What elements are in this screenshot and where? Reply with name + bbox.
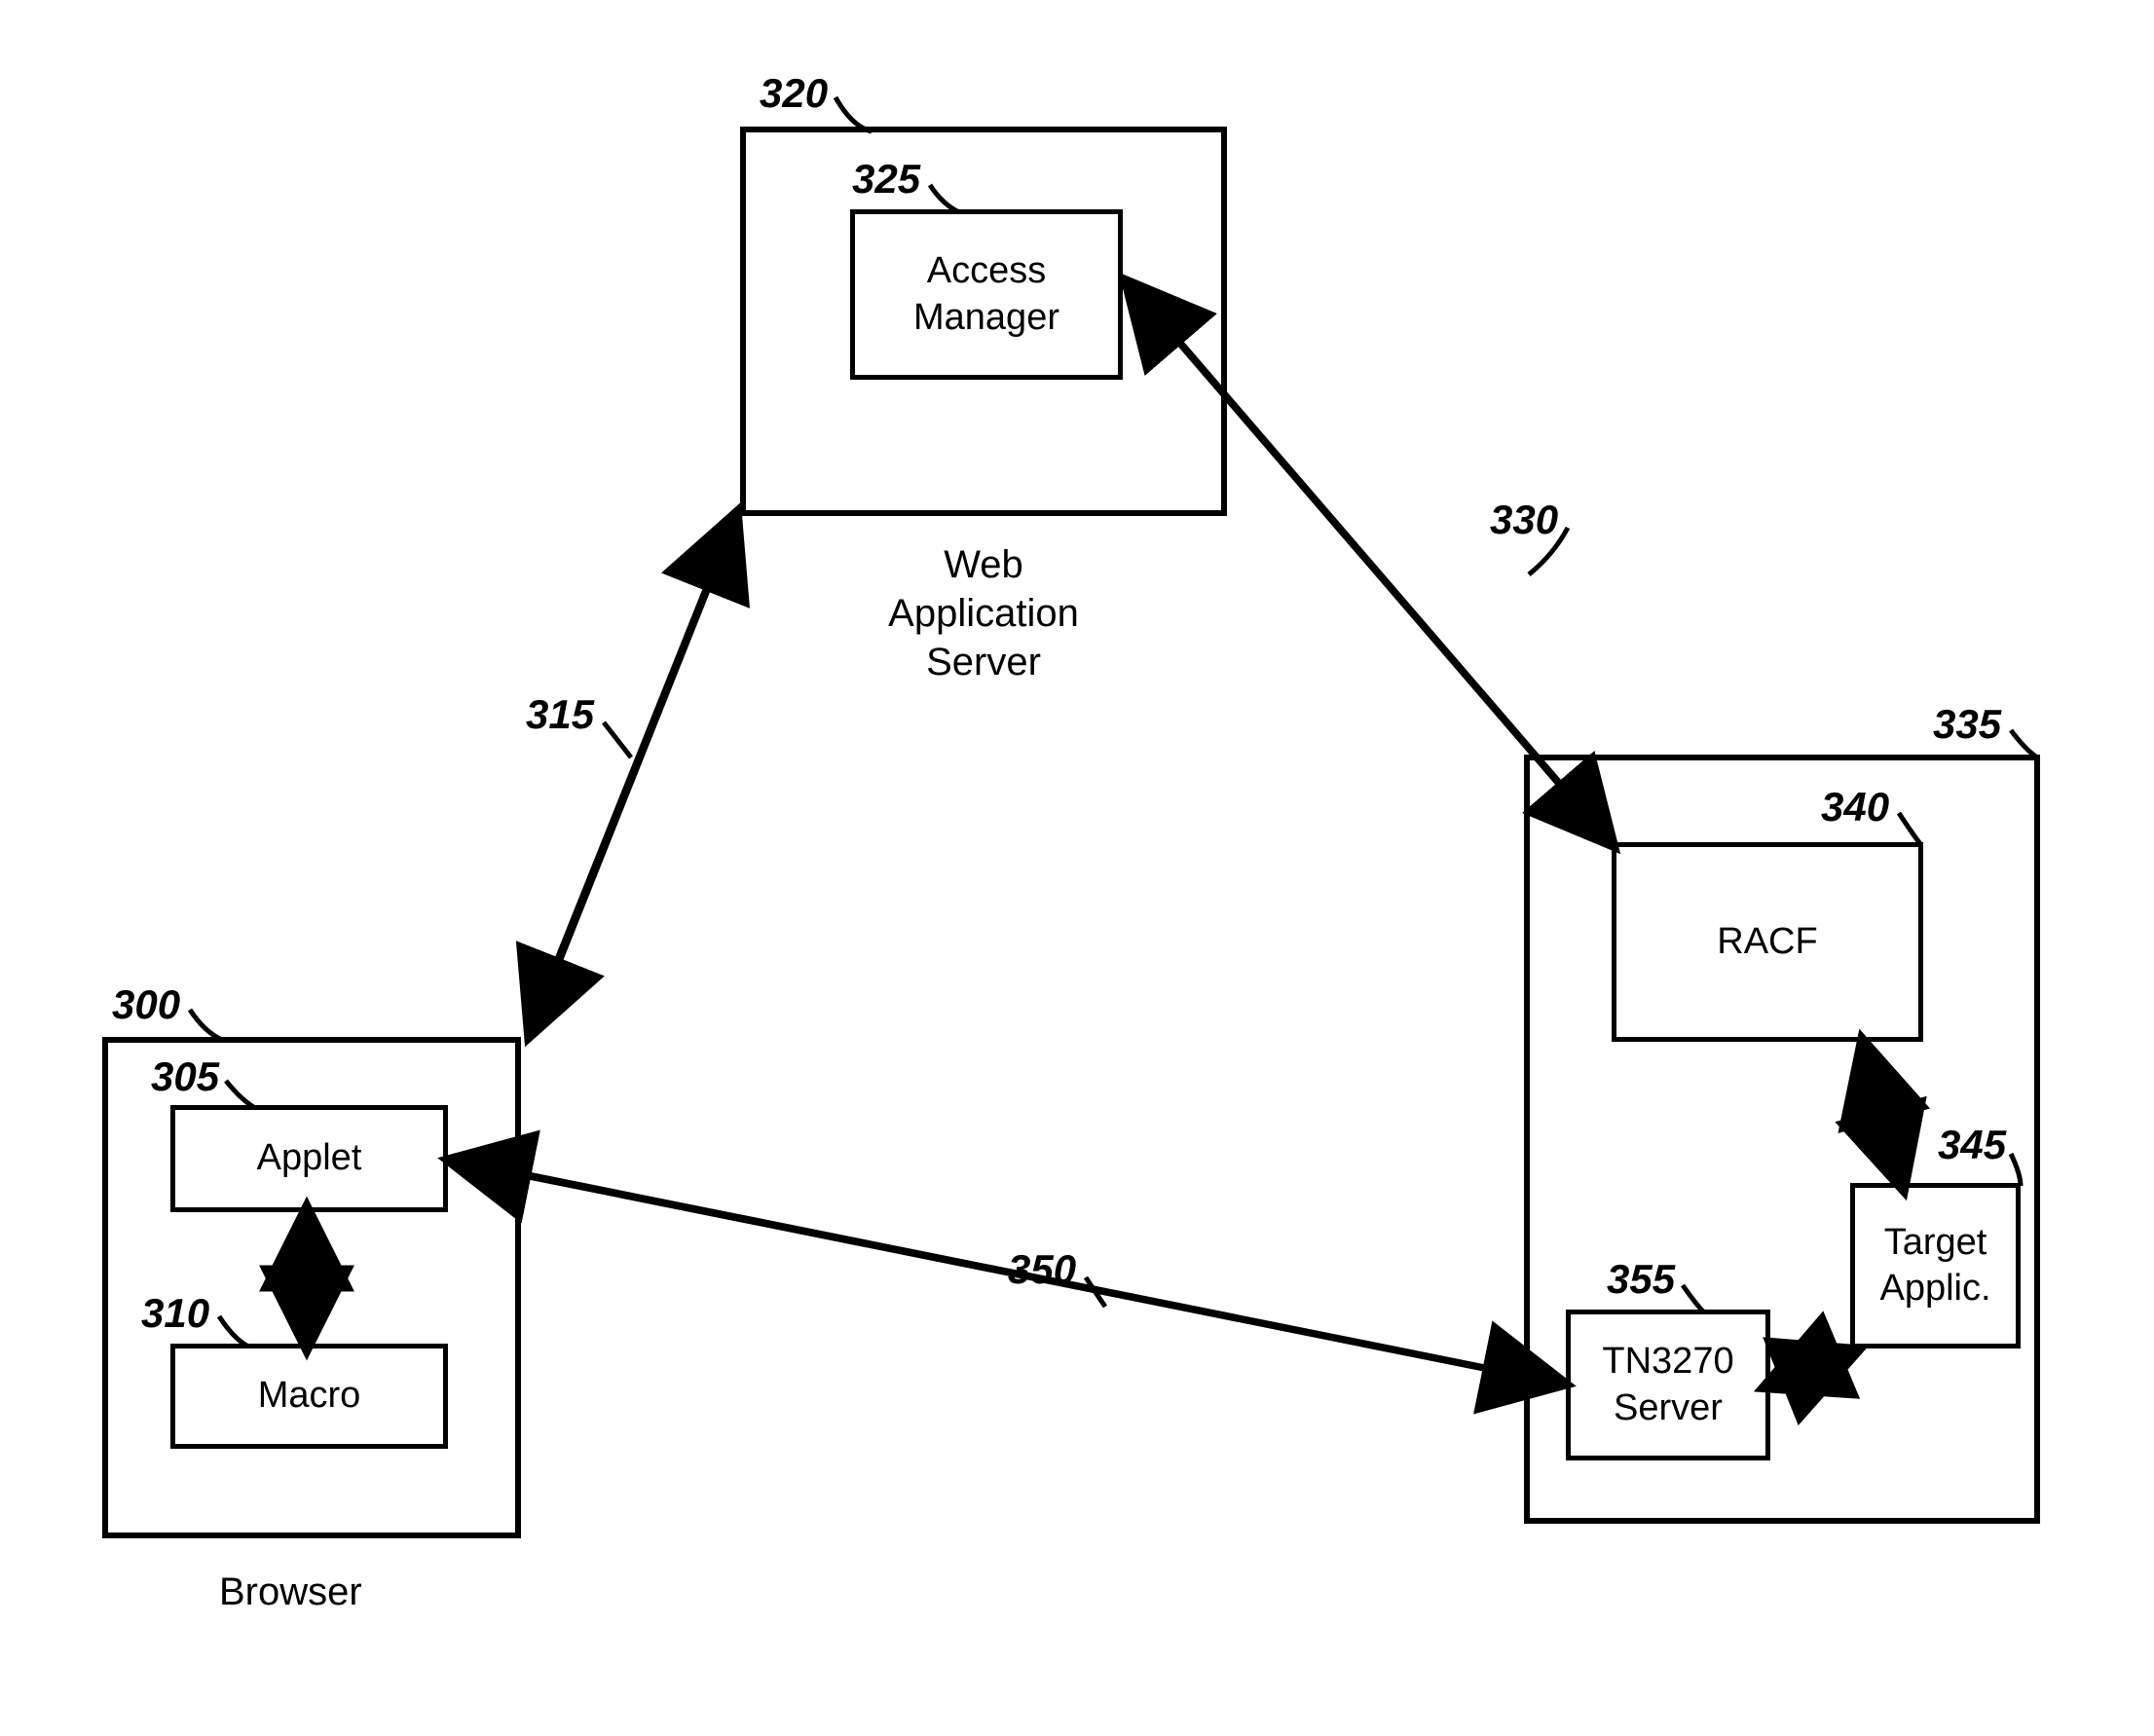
ref-300: 300 — [112, 981, 180, 1028]
target-label: Target Applic. — [1879, 1220, 1990, 1312]
applet-box: Applet — [170, 1105, 448, 1212]
tn3270-box: TN3270 Server — [1566, 1310, 1770, 1460]
racf-label: RACF — [1717, 919, 1817, 966]
ref-340: 340 — [1821, 784, 1889, 831]
macro-box: Macro — [170, 1344, 448, 1449]
ref-335: 335 — [1933, 701, 2001, 748]
ref-355: 355 — [1607, 1256, 1675, 1303]
racf-box: RACF — [1612, 842, 1923, 1042]
target-box: Target Applic. — [1850, 1183, 2021, 1348]
tn3270-label: TN3270 Server — [1602, 1339, 1733, 1431]
webapp-caption: Web Application Server — [857, 540, 1110, 686]
ref-310: 310 — [141, 1290, 209, 1337]
ref-345: 345 — [1938, 1122, 2006, 1168]
macro-label: Macro — [258, 1373, 361, 1420]
applet-label: Applet — [257, 1135, 362, 1182]
browser-caption: Browser — [219, 1568, 362, 1616]
access-manager-box: Access Manager — [850, 209, 1123, 380]
ref-350: 350 — [1008, 1246, 1076, 1293]
access-manager-label: Access Manager — [913, 248, 1059, 341]
ref-325: 325 — [852, 156, 920, 203]
ref-305: 305 — [151, 1053, 219, 1100]
ref-315: 315 — [526, 691, 594, 738]
ref-320: 320 — [760, 70, 828, 117]
ref-330: 330 — [1490, 497, 1558, 543]
